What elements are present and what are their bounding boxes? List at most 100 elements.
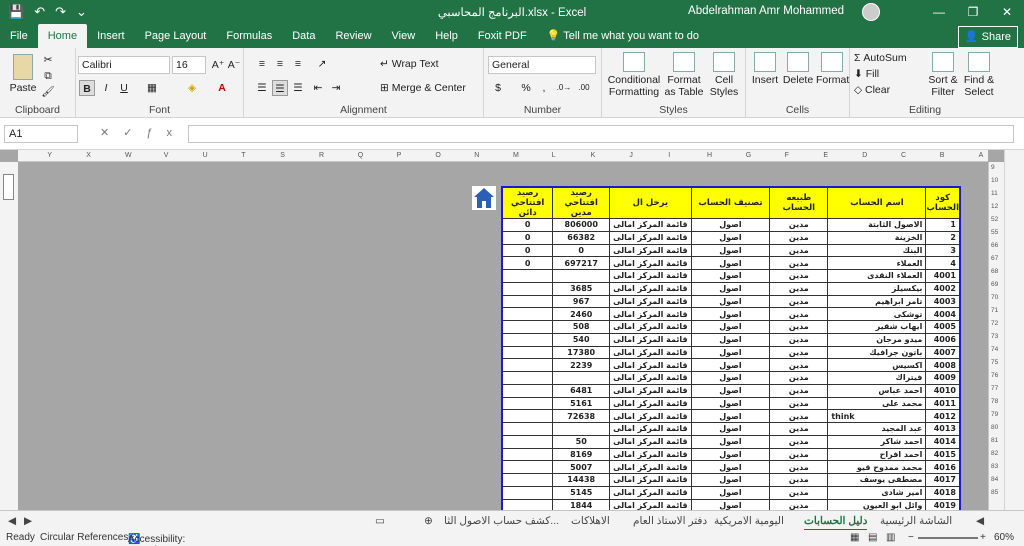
column-header[interactable]: A — [979, 152, 984, 159]
cell-account-code[interactable]: 4017 — [925, 473, 961, 487]
tell-me-search[interactable]: 💡 Tell me what you want to do — [537, 24, 709, 48]
clear-button[interactable]: ◇ Clear — [854, 84, 890, 96]
cell-opening-credit[interactable] — [501, 281, 554, 296]
cell-account-code[interactable]: 4006 — [925, 332, 961, 347]
increase-indent-icon[interactable]: ⇥ — [328, 80, 344, 96]
column-header[interactable]: V — [164, 152, 169, 159]
cell-account-class[interactable]: اصول — [690, 281, 771, 296]
sheet-tab-1[interactable]: الشاشة الرئيسية — [880, 513, 952, 529]
increase-decimal-icon[interactable]: .0→ — [556, 80, 572, 96]
cell-styles-button[interactable]: Cell Styles — [706, 52, 742, 98]
cell-post-to[interactable]: قائمة المركز امالى — [609, 320, 692, 334]
tab-foxit-pdf[interactable]: Foxit PDF — [468, 24, 537, 48]
bold-button[interactable]: B — [79, 80, 95, 96]
tab-data[interactable]: Data — [282, 24, 325, 48]
cell-account-name[interactable]: احمد شاكر — [827, 434, 927, 449]
cell-post-to[interactable]: قائمة المركز امالى — [609, 256, 692, 270]
row-header[interactable]: 73 — [991, 333, 998, 340]
column-header[interactable]: P — [397, 152, 402, 159]
column-header[interactable]: E — [823, 152, 828, 159]
cell-account-nature[interactable]: مدين — [769, 345, 829, 360]
cell-opening-credit[interactable] — [501, 332, 554, 347]
cell-post-to[interactable]: قائمة المركز امالى — [609, 409, 692, 423]
new-sheet-icon[interactable]: ⊕ — [424, 513, 433, 529]
copy-icon[interactable]: ⧉ — [40, 68, 56, 84]
column-header[interactable]: I — [668, 152, 670, 159]
cell-account-nature[interactable]: مدين — [769, 307, 829, 321]
grow-font-icon[interactable]: A⁺ — [210, 57, 226, 73]
cell-account-nature[interactable]: مدين — [769, 320, 829, 334]
cell-account-nature[interactable]: مدين — [769, 409, 829, 423]
cell-post-to[interactable]: قائمة المركز امالى — [609, 294, 692, 309]
cell-opening-credit[interactable] — [501, 498, 554, 510]
row-header[interactable]: 70 — [991, 294, 998, 301]
fill-button[interactable]: ⬇ Fill — [854, 68, 879, 80]
sheet-tab-6[interactable]: كشف حساب الاصول الثا... — [444, 513, 559, 529]
font-name-select[interactable]: Calibri — [78, 56, 170, 74]
cell-account-code[interactable]: 4 — [925, 256, 961, 270]
currency-button[interactable]: $ — [490, 80, 506, 96]
cell-opening-debit[interactable]: 0 — [552, 243, 611, 258]
cancel-icon[interactable]: ✕ — [100, 127, 123, 139]
page-break-view-icon[interactable]: ▥ — [886, 532, 895, 543]
row-header[interactable]: 83 — [991, 463, 998, 470]
cell-opening-debit[interactable]: 2460 — [552, 307, 611, 321]
cell-post-to[interactable]: قائمة المركز امالى — [609, 447, 692, 462]
cell-opening-debit[interactable]: 1844 — [552, 498, 611, 510]
cell-account-class[interactable]: اصول — [690, 434, 771, 449]
cell-opening-debit[interactable]: 72638 — [552, 409, 611, 423]
column-header[interactable]: Y — [47, 152, 52, 159]
cell-account-name[interactable]: الخزينة — [827, 230, 927, 245]
cell-opening-credit[interactable] — [501, 294, 554, 309]
align-left-icon[interactable]: ☰ — [254, 80, 270, 96]
close-button[interactable]: ✕ — [990, 0, 1024, 24]
cell-opening-debit[interactable]: 6481 — [552, 383, 611, 398]
row-header[interactable]: 82 — [991, 450, 998, 457]
cell-post-to[interactable]: قائمة المركز امالى — [609, 422, 692, 436]
cell-account-nature[interactable]: مدين — [769, 230, 829, 245]
column-header[interactable]: U — [203, 152, 208, 159]
align-bottom-icon[interactable]: ≡ — [290, 56, 306, 72]
cell-account-nature[interactable]: مدين — [769, 383, 829, 398]
cell-account-class[interactable]: اصول — [690, 358, 771, 372]
format-as-table-button[interactable]: Format as Table — [664, 52, 704, 98]
cell-post-to[interactable]: قائمة المركز امالى — [609, 269, 692, 283]
row-header[interactable]: 55 — [991, 229, 998, 236]
number-format-select[interactable]: General — [488, 56, 596, 74]
cell-opening-debit[interactable]: 8169 — [552, 447, 611, 462]
align-right-icon[interactable]: ☰ — [290, 80, 306, 96]
row-header[interactable]: 11 — [991, 190, 998, 197]
cell-account-nature[interactable]: مدين — [769, 256, 829, 270]
paste-button[interactable]: Paste — [8, 54, 38, 94]
cell-account-name[interactable]: احمد عباس — [827, 383, 927, 398]
autosum-button[interactable]: Σ AutoSum — [854, 52, 907, 64]
cell-post-to[interactable]: قائمة المركز امالى — [609, 498, 692, 510]
cell-opening-debit[interactable] — [552, 371, 611, 385]
cell-account-name[interactable]: تامر ابراهيم — [827, 294, 927, 309]
cell-account-name[interactable]: العملاء النقدى — [827, 269, 927, 283]
tab-home[interactable]: Home — [37, 24, 88, 48]
cell-account-code[interactable]: 4013 — [925, 422, 961, 436]
cell-account-code[interactable]: 4003 — [925, 294, 961, 309]
cell-account-nature[interactable]: مدين — [769, 434, 829, 449]
cell-opening-credit[interactable] — [501, 307, 554, 321]
normal-view-icon[interactable]: ▦ — [850, 532, 859, 543]
decrease-indent-icon[interactable]: ⇤ — [310, 80, 326, 96]
row-header[interactable]: 85 — [991, 489, 998, 496]
cell-account-code[interactable]: 4007 — [925, 345, 961, 360]
cell-account-code[interactable]: 4011 — [925, 396, 961, 411]
cell-account-nature[interactable]: مدين — [769, 498, 829, 510]
column-header[interactable]: X — [86, 152, 91, 159]
cell-account-name[interactable]: عبد المجيد — [827, 422, 927, 436]
cell-account-class[interactable]: اصول — [690, 243, 771, 258]
tab-help[interactable]: Help — [425, 24, 468, 48]
cell-opening-credit[interactable] — [501, 434, 554, 449]
borders-icon[interactable]: ▦ — [144, 80, 160, 96]
cell-opening-credit[interactable] — [501, 345, 554, 360]
format-painter-icon[interactable]: 🖌 — [40, 84, 56, 100]
cell-account-nature[interactable]: مدين — [769, 243, 829, 258]
row-header[interactable]: 12 — [991, 203, 998, 210]
cell-account-code[interactable]: 4008 — [925, 358, 961, 372]
cell-account-code[interactable]: 4014 — [925, 434, 961, 449]
cell-opening-debit[interactable]: 806000 — [552, 218, 611, 232]
